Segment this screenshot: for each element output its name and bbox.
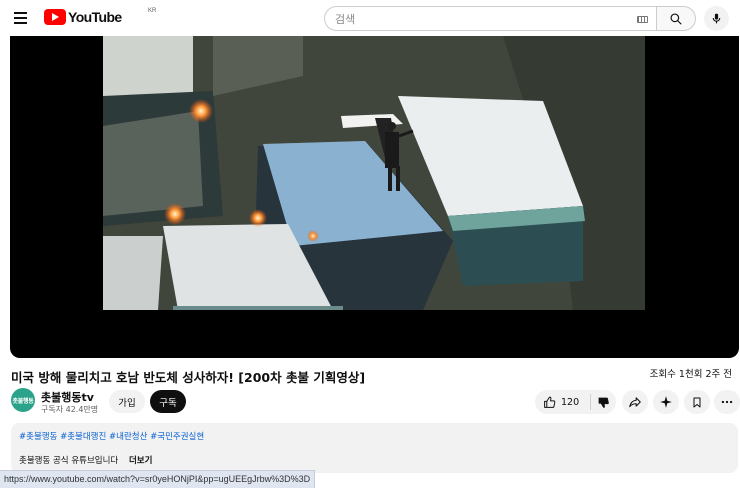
description-text-row: 촛불행동 공식 유튜브입니다 더보기 [19,454,152,466]
description-box[interactable]: #촛불행동 #촛불대행진 #내란청산 #국민주권실현 촛불행동 공식 유튜브입니… [11,423,738,473]
search-placeholder: 검색 [335,12,356,26]
show-more-link[interactable]: 더보기 [129,456,152,466]
logo-text: YouTube [68,9,122,25]
sparkle-icon [660,396,672,408]
view-count: 조회수 1천회 2주 전 [649,369,732,380]
like-button[interactable]: 120 [535,390,590,414]
more-actions-button[interactable] [714,390,740,414]
thumbs-down-icon [598,397,609,408]
logo-country-code: KR [148,8,157,14]
subscribe-button[interactable]: 구독 [150,390,186,413]
dislike-button[interactable] [591,390,616,414]
voice-search-button[interactable] [704,6,729,31]
like-dislike-group: 120 [535,390,616,414]
menu-icon[interactable] [10,8,34,28]
join-button[interactable]: 가입 [109,390,145,413]
avatar-text: 촛불행동 [12,397,34,405]
subscriber-count: 구독자 42.4만명 [41,405,99,414]
keyboard-icon[interactable] [637,16,648,23]
search-icon [670,12,682,25]
video-player[interactable] [10,36,739,358]
channel-name[interactable]: 촛불행동tv [41,389,94,405]
status-bar-url: https://www.youtube.com/watch?v=sr0yeHON… [0,470,316,488]
search-button[interactable] [656,6,696,31]
bookmark-icon [693,397,701,407]
description-hashtags[interactable]: #촛불행동 #촛불대행진 #내란청산 #국민주권실현 [19,430,204,442]
video-title: 미국 방해 물리치고 호남 반도체 성사하자! [200차 촛불 기획영상] [11,370,366,385]
description-text: 촛불행동 공식 유튜브입니다 [19,456,119,466]
youtube-logo[interactable]: YouTube KR [44,8,156,25]
search-input[interactable]: 검색 [324,6,656,31]
search-bar: 검색 [324,6,696,31]
save-button[interactable] [684,390,710,414]
microphone-icon [712,13,721,24]
video-frame[interactable] [103,36,645,310]
ask-ai-button[interactable] [653,390,679,414]
share-icon [629,397,641,408]
video-frame-image [103,36,645,310]
like-count: 120 [561,396,580,408]
more-horizontal-icon [721,400,733,404]
channel-avatar[interactable]: 촛불행동 [11,388,35,412]
play-logo-icon [44,9,66,25]
thumbs-up-icon [544,396,556,408]
share-button[interactable] [622,390,648,414]
top-bar: YouTube KR 검색 [0,0,740,36]
